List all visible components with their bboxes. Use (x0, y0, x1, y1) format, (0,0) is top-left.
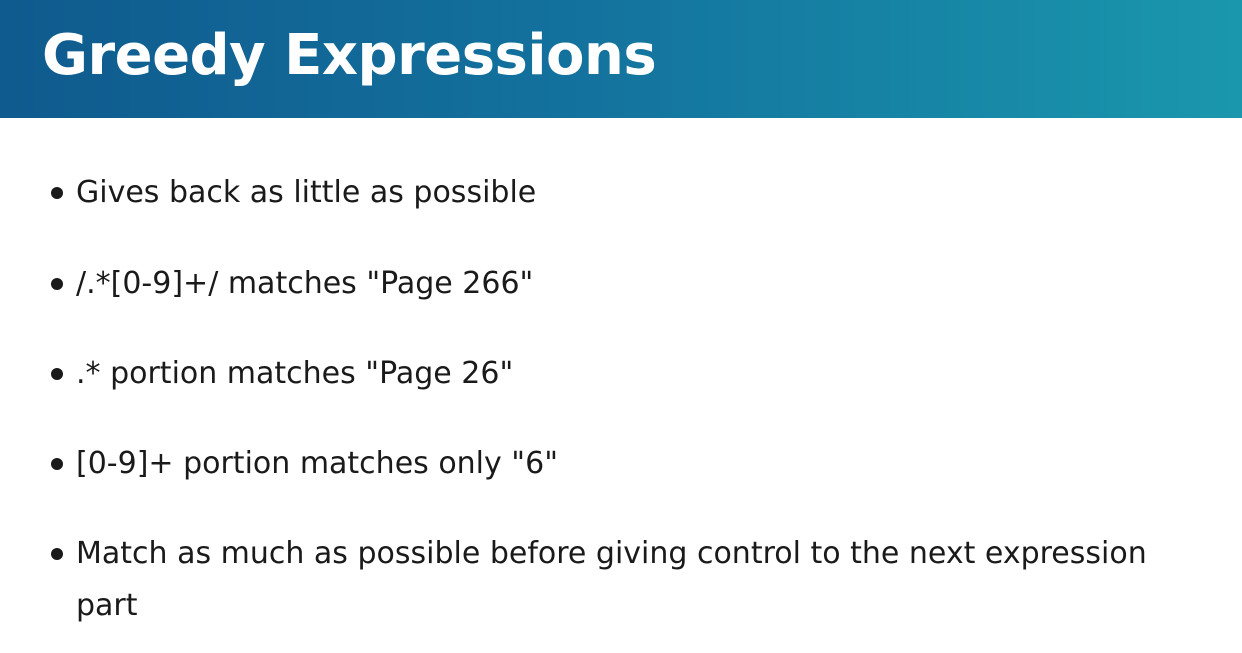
bullet-text: .* portion matches "Page 26" (76, 356, 514, 391)
bullet-dot-icon (51, 458, 63, 470)
bullet-text: Match as much as possible before giving … (76, 536, 1147, 623)
bullet-dot-icon (51, 368, 63, 380)
title-banner: Greedy Expressions (0, 0, 1242, 118)
bullet-dot-icon (51, 187, 63, 199)
bullet-text: [0-9]+ portion matches only "6" (76, 446, 558, 481)
bullet-text: Gives back as little as possible (76, 175, 537, 210)
bullet-text: /.*[0-9]+/ matches "Page 266" (76, 266, 534, 301)
bullet-dot-icon (51, 548, 63, 560)
slide-title: Greedy Expressions (42, 23, 657, 88)
bullet-dot-icon (51, 278, 63, 290)
